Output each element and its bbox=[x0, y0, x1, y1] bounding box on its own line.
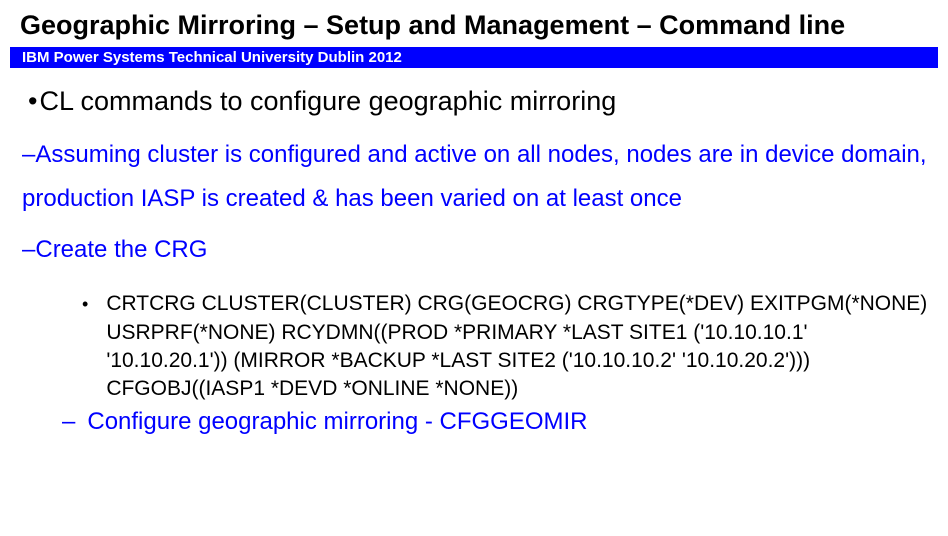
assumption-text: Assuming cluster is configured and activ… bbox=[22, 141, 927, 212]
configure-text: Configure geographic mirroring - CFGGEOM… bbox=[87, 408, 587, 436]
assumption-line: –Assuming cluster is configured and acti… bbox=[22, 133, 928, 222]
slide-title: Geographic Mirroring – Setup and Managem… bbox=[0, 10, 948, 47]
command-text: CRTCRG CLUSTER(CLUSTER) CRG(GEOCRG) CRGT… bbox=[106, 290, 928, 403]
banner-bar: IBM Power Systems Technical University D… bbox=[10, 47, 938, 68]
create-crg-text: Create the CRG bbox=[35, 236, 207, 263]
dash-icon: – bbox=[62, 408, 75, 436]
bullet-icon: • bbox=[82, 292, 88, 316]
heading-bullet: • CL commands to configure geographic mi… bbox=[28, 86, 928, 117]
create-crg-line: –Create the CRG bbox=[22, 228, 928, 272]
level2-group: –Assuming cluster is configured and acti… bbox=[22, 133, 928, 272]
slide-content: • CL commands to configure geographic mi… bbox=[0, 78, 948, 436]
bullet-icon: • bbox=[28, 86, 37, 117]
dash-icon: – bbox=[22, 236, 35, 263]
configure-line: – Configure geographic mirroring - CFGGE… bbox=[62, 408, 928, 436]
slide: Geographic Mirroring – Setup and Managem… bbox=[0, 0, 948, 536]
heading-text: CL commands to configure geographic mirr… bbox=[39, 86, 616, 117]
dash-icon: – bbox=[22, 141, 35, 168]
command-bullet: • CRTCRG CLUSTER(CLUSTER) CRG(GEOCRG) CR… bbox=[82, 290, 928, 403]
level3-group: • CRTCRG CLUSTER(CLUSTER) CRG(GEOCRG) CR… bbox=[82, 290, 928, 435]
